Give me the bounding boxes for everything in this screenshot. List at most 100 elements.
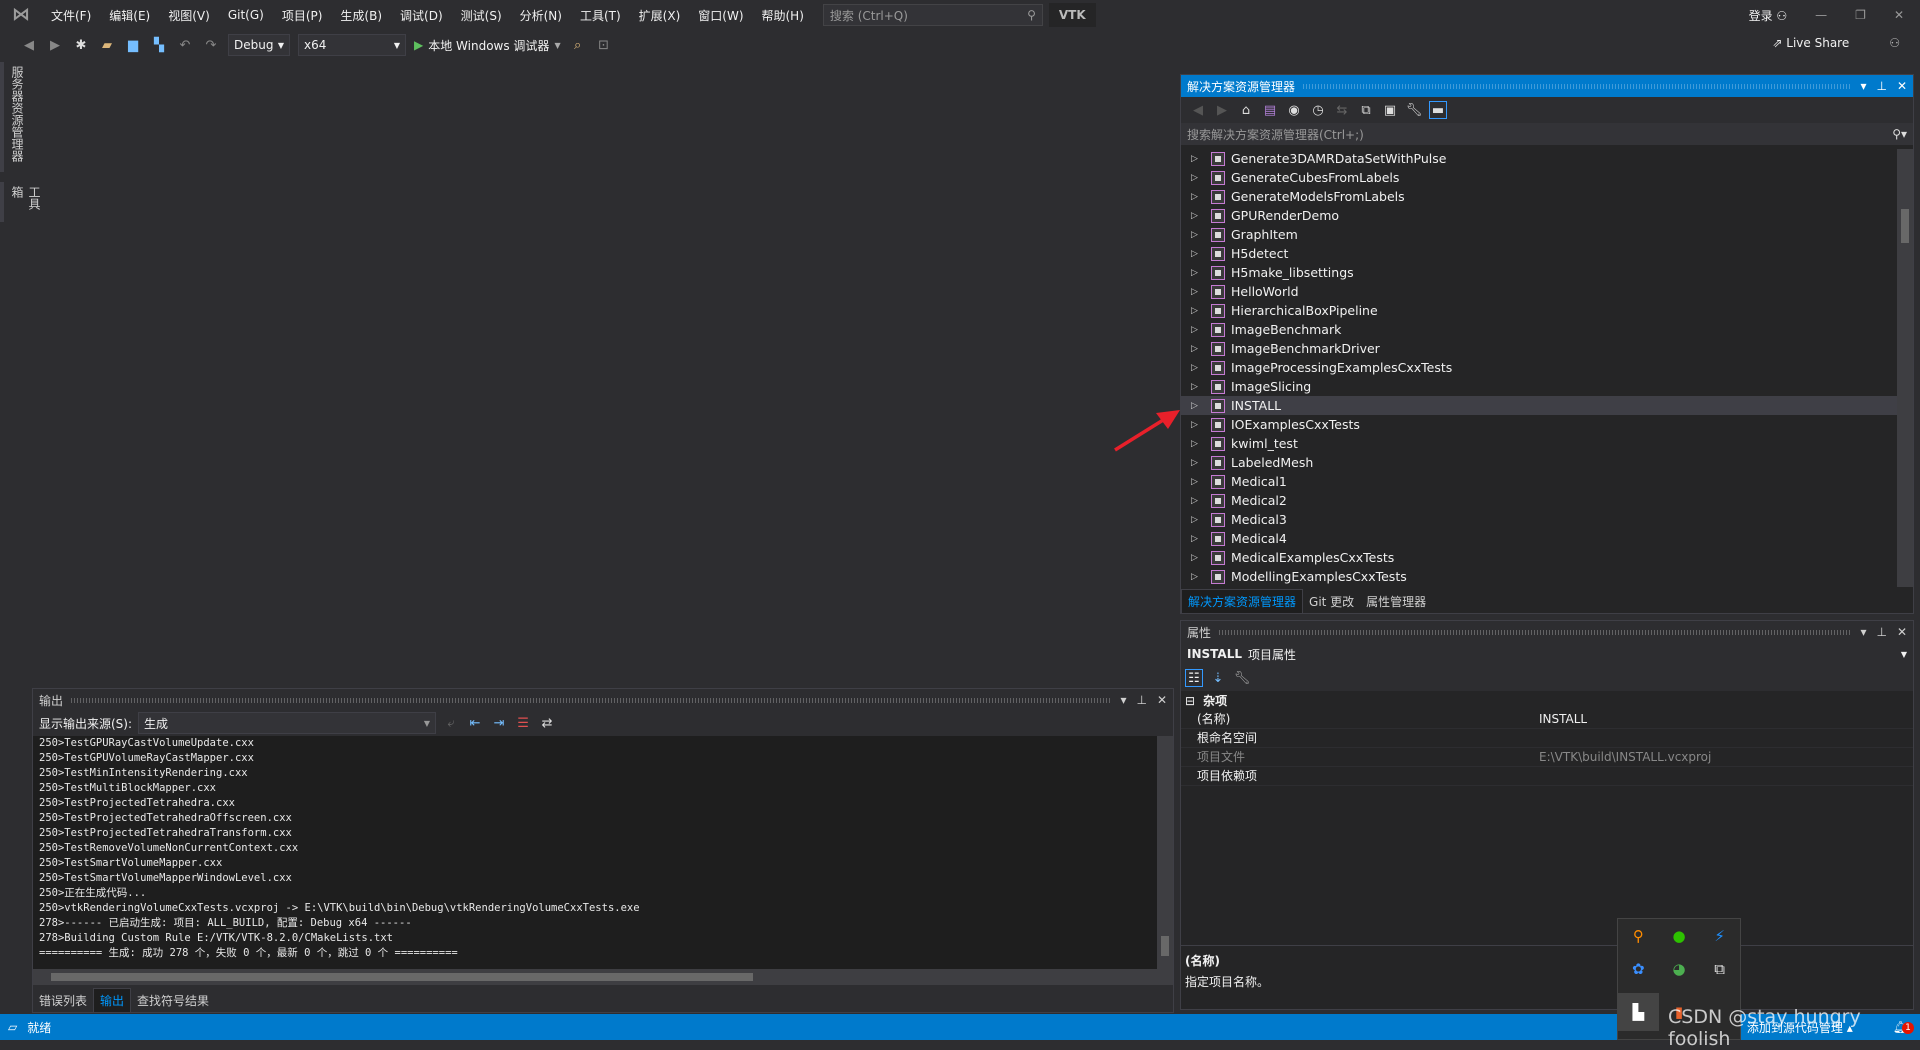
tree-item[interactable]: ▷ Medical2: [1181, 491, 1897, 510]
tree-item[interactable]: ▷ ImageBenchmark: [1181, 320, 1897, 339]
save-all-icon[interactable]: ▚: [150, 36, 168, 54]
expand-caret-icon[interactable]: ▷: [1191, 363, 1205, 373]
redo-icon[interactable]: ↷: [202, 36, 220, 54]
expand-caret-icon[interactable]: ▷: [1191, 268, 1205, 278]
menu-tools[interactable]: 工具(T): [571, 7, 630, 24]
menu-test[interactable]: 测试(S): [452, 7, 511, 24]
global-search-input[interactable]: 搜索 (Ctrl+Q) ⚲: [822, 4, 1043, 26]
tree-item[interactable]: ▷ ImageBenchmarkDriver: [1181, 339, 1897, 358]
search-app-icon[interactable]: ⚲: [1633, 927, 1644, 945]
alphabetical-sort-icon[interactable]: ⇣: [1209, 669, 1227, 687]
output-horizontal-scrollbar[interactable]: [33, 969, 1173, 985]
expand-caret-icon[interactable]: ▷: [1191, 173, 1205, 183]
forward-icon[interactable]: ▶: [1213, 101, 1231, 119]
home-icon[interactable]: ⌂: [1237, 101, 1255, 119]
preview-icon[interactable]: ▬: [1429, 101, 1447, 119]
expand-caret-icon[interactable]: ▷: [1191, 458, 1205, 468]
pin-icon[interactable]: ⊥: [1136, 693, 1146, 707]
tree-item[interactable]: ▷ GPURenderDemo: [1181, 206, 1897, 225]
property-row[interactable]: (名称) INSTALL: [1181, 710, 1913, 729]
expand-caret-icon[interactable]: ▷: [1191, 325, 1205, 335]
goto-line-icon[interactable]: ⤶: [442, 714, 460, 732]
tab-output[interactable]: 输出: [93, 988, 132, 1013]
login-button[interactable]: 登录 ⚇: [1749, 7, 1788, 24]
close-window-button[interactable]: ✕: [1894, 8, 1904, 22]
clear-all-icon[interactable]: ☰: [514, 714, 532, 732]
tab-toolbox[interactable]: 工具箱: [0, 182, 48, 222]
expand-caret-icon[interactable]: ▷: [1191, 211, 1205, 221]
property-value[interactable]: [1535, 767, 1913, 785]
expand-caret-icon[interactable]: ▷: [1191, 534, 1205, 544]
menu-build[interactable]: 生成(B): [331, 7, 391, 24]
expand-caret-icon[interactable]: ▷: [1191, 477, 1205, 487]
feedback-icon[interactable]: ⚇: [1889, 36, 1900, 50]
tree-item[interactable]: ▷ HierarchicalBoxPipeline: [1181, 301, 1897, 320]
start-debugging-button[interactable]: ▶ 本地 Windows 调试器 ▼: [414, 37, 561, 54]
pin-icon[interactable]: ⊥: [1876, 625, 1886, 639]
history-icon[interactable]: ◷: [1309, 101, 1327, 119]
close-icon[interactable]: ✕: [1157, 693, 1167, 707]
menu-window[interactable]: 窗口(W): [689, 7, 752, 24]
menu-debug[interactable]: 调试(D): [391, 7, 452, 24]
tree-item[interactable]: ▷ IOExamplesCxxTests: [1181, 415, 1897, 434]
close-icon[interactable]: ✕: [1897, 625, 1907, 639]
menu-file[interactable]: 文件(F): [42, 7, 100, 24]
tree-item[interactable]: ▷ MedicalExamplesCxxTests: [1181, 548, 1897, 567]
previous-message-icon[interactable]: ⇤: [466, 714, 484, 732]
pin-icon[interactable]: ⊥: [1876, 79, 1886, 93]
expand-caret-icon[interactable]: ▷: [1191, 344, 1205, 354]
undo-icon[interactable]: ↶: [176, 36, 194, 54]
word-wrap-icon[interactable]: ⇄: [538, 714, 556, 732]
tree-item[interactable]: ▷ Medical3: [1181, 510, 1897, 529]
collapse-icon[interactable]: ⊟: [1185, 694, 1195, 708]
property-row[interactable]: 根命名空间: [1181, 729, 1913, 748]
menu-help[interactable]: 帮助(H): [753, 7, 813, 24]
tree-item[interactable]: ▷ INSTALL: [1181, 396, 1897, 415]
menu-analyze[interactable]: 分析(N): [511, 7, 571, 24]
copy-app-icon[interactable]: ⧉: [1714, 960, 1725, 978]
tree-item[interactable]: ▷ GraphItem: [1181, 225, 1897, 244]
properties-wrench-icon[interactable]: 🔧︎: [1405, 101, 1423, 119]
categorized-icon[interactable]: ☷: [1185, 669, 1203, 687]
live-share-button[interactable]: ⇗ Live Share: [1772, 36, 1849, 50]
output-vertical-scrollbar[interactable]: [1157, 736, 1173, 969]
expand-caret-icon[interactable]: ▷: [1191, 496, 1205, 506]
menu-edit[interactable]: 编辑(E): [100, 7, 159, 24]
back-icon[interactable]: ◀: [20, 36, 38, 54]
dropdown-icon[interactable]: ▾: [1860, 79, 1866, 93]
find-in-files-icon[interactable]: ⌕: [569, 36, 587, 54]
tab-server-explorer[interactable]: 服务器资源管理器: [0, 62, 31, 172]
configuration-select[interactable]: Debug ▼: [228, 34, 290, 56]
property-pages-wrench-icon[interactable]: 🔧︎: [1233, 669, 1251, 687]
properties-object-select[interactable]: INSTALL 项目属性 ▼: [1181, 643, 1913, 665]
property-value[interactable]: [1535, 729, 1913, 747]
forward-icon[interactable]: ▶: [46, 36, 64, 54]
tree-vertical-scrollbar[interactable]: [1897, 149, 1913, 587]
property-value[interactable]: INSTALL: [1535, 710, 1913, 728]
tree-item[interactable]: ▷ kwiml_test: [1181, 434, 1897, 453]
tab-find-symbol-results[interactable]: 查找符号结果: [131, 989, 215, 1012]
menu-git[interactable]: Git(G): [219, 8, 273, 22]
tree-item[interactable]: ▷ GenerateCubesFromLabels: [1181, 168, 1897, 187]
expand-caret-icon[interactable]: ▷: [1191, 553, 1205, 563]
expand-caret-icon[interactable]: ▷: [1191, 572, 1205, 582]
menu-extensions[interactable]: 扩展(X): [630, 7, 690, 24]
tree-item[interactable]: ▷ Medical4: [1181, 529, 1897, 548]
expand-caret-icon[interactable]: ▷: [1191, 439, 1205, 449]
tree-item[interactable]: ▷ HelloWorld: [1181, 282, 1897, 301]
expand-caret-icon[interactable]: ▷: [1191, 382, 1205, 392]
tab-error-list[interactable]: 错误列表: [33, 989, 93, 1012]
expand-caret-icon[interactable]: ▷: [1191, 401, 1205, 411]
menu-project[interactable]: 项目(P): [273, 7, 332, 24]
wechat-icon[interactable]: ●: [1672, 927, 1685, 945]
open-file-icon[interactable]: ▰: [98, 36, 116, 54]
tree-item[interactable]: ▷ LabeledMesh: [1181, 453, 1897, 472]
close-icon[interactable]: ✕: [1897, 79, 1907, 93]
expand-caret-icon[interactable]: ▷: [1191, 230, 1205, 240]
tree-item[interactable]: ▷ ImageSlicing: [1181, 377, 1897, 396]
menu-view[interactable]: 视图(V): [159, 7, 219, 24]
collapse-all-icon[interactable]: ⧉: [1357, 101, 1375, 119]
tree-item[interactable]: ▷ H5detect: [1181, 244, 1897, 263]
tree-item[interactable]: ▷ ImageProcessingExamplesCxxTests: [1181, 358, 1897, 377]
expand-caret-icon[interactable]: ▷: [1191, 192, 1205, 202]
